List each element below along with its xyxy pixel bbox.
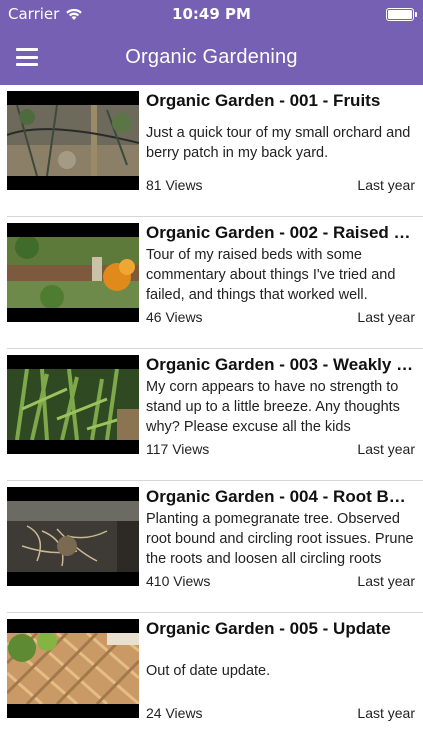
video-thumbnail [7, 91, 139, 190]
video-thumbnail [7, 619, 139, 718]
video-thumbnail [7, 223, 139, 322]
video-list-item[interactable]: Organic Garden - 004 - Root Bound... Pla… [7, 481, 423, 613]
video-list-item[interactable]: Organic Garden - 003 - Weakly Corn My co… [7, 349, 423, 481]
video-title: Organic Garden - 003 - Weakly Corn [146, 355, 415, 374]
view-count: 81 Views [146, 177, 203, 193]
video-description: Tour of my raised beds with some comment… [146, 247, 396, 303]
video-thumbnail [7, 487, 139, 586]
video-description: Out of date update. [146, 663, 271, 679]
view-count: 46 Views [146, 309, 203, 325]
page-title: Organic Gardening [125, 46, 298, 68]
navigation-bar: Carrier 10:49 PM Organic Gardening [0, 0, 423, 85]
video-list-item[interactable]: Organic Garden - 005 - Update Out of dat… [7, 613, 423, 745]
view-count: 24 Views [146, 705, 203, 721]
video-description: Planting a pomegranate tree. Observed ro… [146, 511, 414, 567]
video-list-item[interactable]: Organic Garden - 001 - Fruits Just a qui… [7, 85, 423, 217]
battery-icon [386, 8, 417, 21]
video-title: Organic Garden - 001 - Fruits [146, 91, 381, 110]
upload-date: Last year [357, 573, 415, 589]
view-count: 117 Views [146, 441, 210, 457]
status-time: 10:49 PM [172, 5, 251, 23]
video-description: Just a quick tour of my small orchard an… [146, 125, 411, 161]
view-count: 410 Views [146, 573, 211, 589]
video-thumbnail [7, 355, 139, 454]
video-description: My corn appears to have no strength to s… [146, 379, 400, 435]
upload-date: Last year [357, 309, 415, 325]
video-list-item[interactable]: Organic Garden - 002 - Raised Beds Tour … [7, 217, 423, 349]
video-title: Organic Garden - 004 - Root Bound... [146, 487, 415, 506]
upload-date: Last year [357, 441, 415, 457]
upload-date: Last year [357, 705, 415, 721]
video-list: Organic Garden - 001 - Fruits Just a qui… [0, 85, 423, 745]
video-title: Organic Garden - 005 - Update [146, 619, 391, 638]
upload-date: Last year [357, 177, 415, 193]
video-title: Organic Garden - 002 - Raised Beds [146, 223, 415, 242]
status-bar: Carrier 10:49 PM [0, 0, 423, 30]
